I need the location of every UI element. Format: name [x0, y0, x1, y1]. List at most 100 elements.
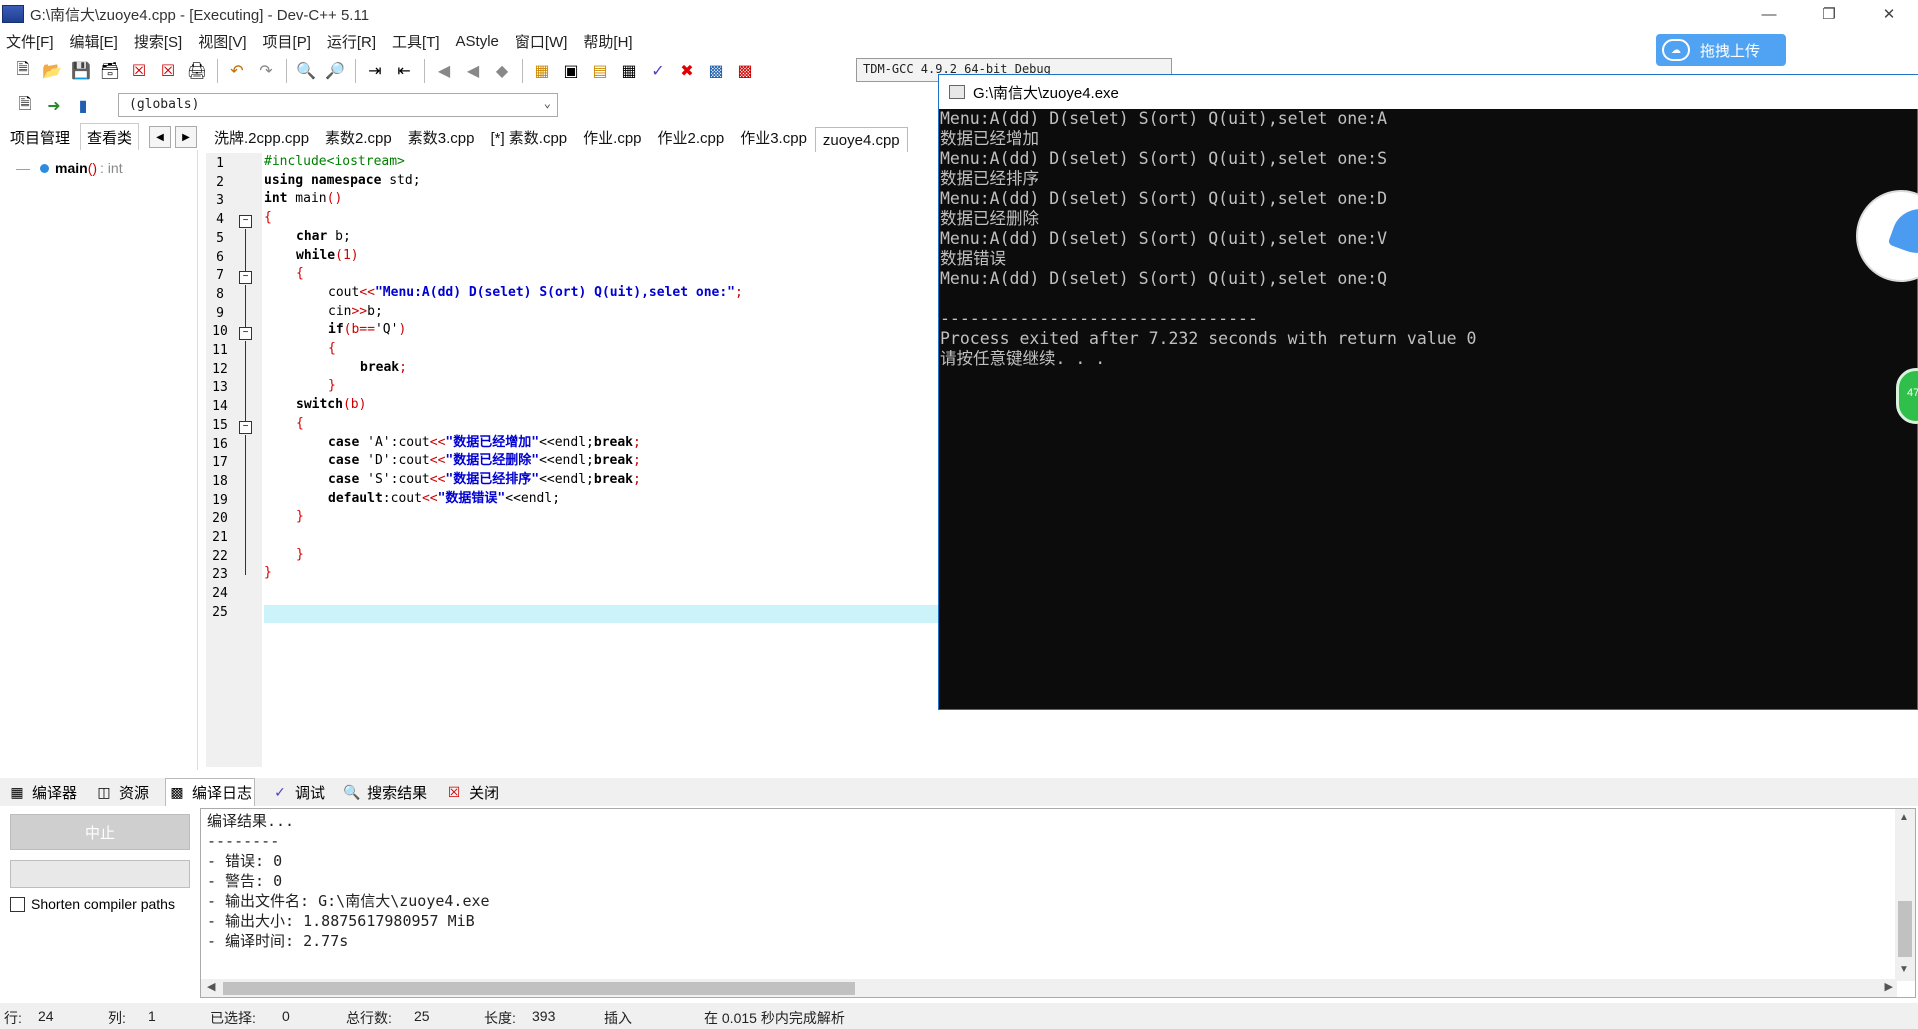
scroll-thumb[interactable] [223, 982, 855, 995]
insert-icon[interactable]: 🗎 [14, 95, 36, 117]
log-line: - 输出大小: 1.8875617980957 MiB [207, 912, 475, 930]
stop-button[interactable]: 中止 [10, 814, 190, 850]
editor-tab[interactable]: 作业.cpp [575, 122, 649, 152]
editor-tab[interactable]: 作业2.cpp [650, 122, 733, 152]
menu-edit[interactable]: 编辑[E] [70, 31, 118, 52]
forward-icon[interactable]: ◀ [462, 60, 484, 82]
code-editor[interactable]: 1 2 3 4 5 6 7 8 9 10 11 12 13 14 15 16 1… [206, 153, 938, 767]
tab-close[interactable]: ☒ 关闭 [443, 779, 501, 806]
menu-project[interactable]: 项目[P] [263, 31, 311, 52]
fold-toggle-icon[interactable]: − [239, 215, 252, 228]
menu-file[interactable]: 文件[F] [6, 31, 54, 52]
status-row: 24 [38, 1008, 54, 1024]
menu-astyle[interactable]: AStyle [456, 33, 499, 50]
redo-icon[interactable]: ↷ [255, 60, 277, 82]
tab-resources[interactable]: ◫ 资源 [93, 779, 151, 806]
close-file-icon[interactable]: ☒ [128, 60, 150, 82]
menu-bar: 文件[F] 编辑[E] 搜索[S] 视图[V] 项目[P] 运行[R] 工具[T… [0, 28, 1918, 54]
tab-debug[interactable]: ✓ 调试 [269, 779, 327, 806]
editor-tab[interactable]: 素数2.cpp [317, 122, 400, 152]
rebuild-icon[interactable]: ▦ [618, 60, 640, 82]
profile-icon[interactable]: ▩ [705, 60, 727, 82]
toggle-bookmark-icon[interactable]: ▮ [72, 95, 94, 117]
print-icon[interactable]: 🖨 [186, 60, 208, 82]
compile-log[interactable]: 编译结果... -------- - 错误: 0 - 警告: 0 - 输出文件名… [200, 808, 1916, 998]
line-number: 15 [212, 417, 228, 433]
editor-tab[interactable]: 作业3.cpp [732, 122, 815, 152]
compile-run-icon[interactable]: ▤ [589, 60, 611, 82]
console-title-bar[interactable]: G:\南信大\zuoye4.exe [939, 75, 1918, 109]
close-all-icon[interactable]: ☒ [157, 60, 179, 82]
editor-tab[interactable]: 素数3.cpp [400, 122, 483, 152]
log-vertical-scrollbar[interactable]: ▲ ▼ [1895, 809, 1915, 981]
open-file-icon[interactable]: 📂 [41, 60, 63, 82]
save-all-icon[interactable]: 🗃 [99, 60, 121, 82]
tab-compiler[interactable]: ▦ 编译器 [6, 779, 79, 806]
code-area[interactable]: #include<iostream> using namespace std; … [264, 153, 938, 767]
scroll-left-icon[interactable]: ◀ [207, 980, 215, 993]
tab-scroll-right-icon[interactable]: ▶ [175, 126, 198, 148]
editor-tab[interactable]: [*] 素数.cpp [482, 122, 575, 152]
save-icon[interactable]: 💾 [70, 60, 92, 82]
editor-tab[interactable]: 洗牌.2cpp.cpp [206, 122, 317, 152]
floating-badge[interactable]: 47 [1896, 368, 1918, 424]
tab-search-results[interactable]: 🔍 搜索结果 [341, 779, 429, 806]
tab-scroll-left-icon[interactable]: ◀ [149, 126, 172, 148]
bookmark-icon[interactable]: ◆ [491, 60, 513, 82]
restore-icon[interactable]: ❐ [1806, 0, 1852, 28]
scope-select[interactable]: (globals) ⌄ [118, 93, 558, 117]
fold-toggle-icon[interactable]: − [239, 327, 252, 340]
tab-project[interactable]: 项目管理 [4, 124, 76, 151]
menu-help[interactable]: 帮助[H] [583, 31, 632, 52]
fold-toggle-icon[interactable]: − [239, 421, 252, 434]
function-icon [40, 163, 49, 173]
check-syntax-icon[interactable]: ✓ [647, 60, 669, 82]
log-horizontal-scrollbar[interactable]: ◀ ▶ [201, 979, 1897, 997]
tree-item-main[interactable]: — main () : int [16, 160, 123, 176]
console-line: 数据已经删除 [940, 209, 1039, 228]
status-col: 1 [148, 1008, 156, 1024]
line-number: 24 [212, 586, 228, 602]
log-line: 编译结果... [207, 812, 295, 830]
tab-compile-log[interactable]: ▩ 编译日志 [165, 778, 256, 806]
console-line: 请按任意键继续. . . [940, 349, 1106, 368]
replace-icon[interactable]: 🔎 [324, 60, 346, 82]
console-window[interactable]: G:\南信大\zuoye4.exe Menu:A(dd) D(selet) S(… [938, 74, 1918, 710]
menu-run[interactable]: 运行[R] [327, 31, 376, 52]
scroll-right-icon[interactable]: ▶ [1885, 980, 1893, 993]
editor-tab-active[interactable]: zuoye4.cpp [814, 127, 908, 152]
minimize-icon[interactable]: — [1746, 0, 1792, 28]
menu-search[interactable]: 搜索[S] [134, 31, 182, 52]
scroll-thumb[interactable] [1898, 901, 1912, 957]
fold-toggle-icon[interactable]: − [239, 271, 252, 284]
goto-icon[interactable]: ➜ [43, 95, 65, 117]
menu-view[interactable]: 视图[V] [198, 31, 246, 52]
unindent-icon[interactable]: ⇤ [393, 60, 415, 82]
status-row-label: 行: [4, 1010, 22, 1026]
find-icon[interactable]: 🔍 [295, 60, 317, 82]
code-line: break; [360, 359, 407, 375]
indent-icon[interactable]: ⇥ [364, 60, 386, 82]
back-icon[interactable]: ◀ [433, 60, 455, 82]
menu-tools[interactable]: 工具[T] [392, 31, 440, 52]
line-number: 17 [212, 455, 228, 471]
shorten-paths-checkbox[interactable]: Shorten compiler paths [10, 896, 175, 912]
checkbox-icon[interactable] [10, 896, 25, 912]
line-number: 4 [216, 212, 224, 228]
menu-window[interactable]: 窗口[W] [515, 31, 568, 52]
close-icon[interactable]: ✕ [1866, 0, 1912, 28]
delete-profile-icon[interactable]: ▩ [734, 60, 756, 82]
new-file-icon[interactable]: 🗎 [12, 60, 34, 82]
compile-icon[interactable]: ▦ [531, 60, 553, 82]
run-icon[interactable]: ▣ [560, 60, 582, 82]
undo-icon[interactable]: ↶ [226, 60, 248, 82]
scroll-up-icon[interactable]: ▲ [1899, 812, 1909, 823]
log-line: - 输出文件名: G:\南信大\zuoye4.exe [207, 892, 490, 910]
line-number: 1 [216, 156, 224, 171]
tab-classes[interactable]: 查看类 [80, 123, 140, 151]
stop-execution-icon[interactable]: ✖ [676, 60, 698, 82]
line-number: 12 [212, 361, 228, 377]
scroll-down-icon[interactable]: ▼ [1899, 964, 1909, 975]
grid-icon: ▦ [10, 783, 24, 800]
status-col-label: 列: [108, 1010, 126, 1026]
